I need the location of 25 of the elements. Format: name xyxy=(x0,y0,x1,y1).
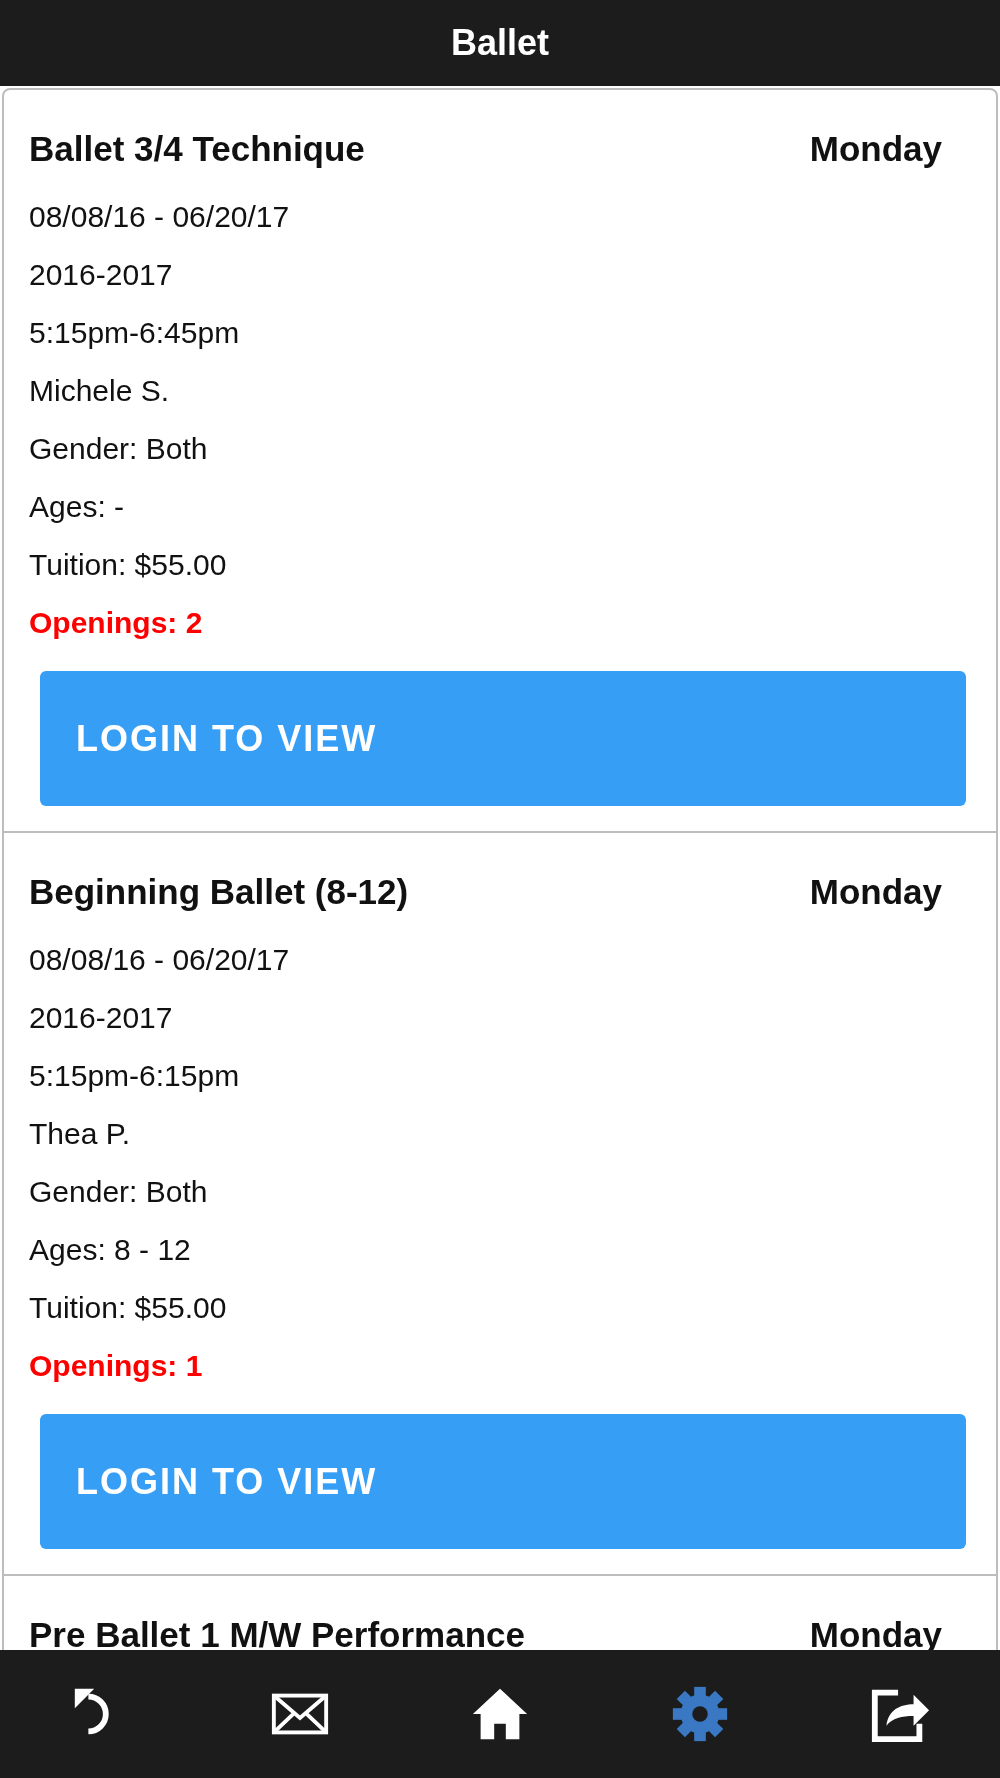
class-detail: 2016-2017 xyxy=(29,1000,173,1036)
login-button[interactable]: LOGIN TO VIEW xyxy=(40,671,966,806)
class-detail: Gender: Both xyxy=(29,1174,208,1210)
login-button[interactable]: LOGIN TO VIEW xyxy=(40,1414,966,1549)
class-day: Monday xyxy=(809,1610,942,1660)
class-detail: Michele S. xyxy=(29,373,170,409)
class-detail: Ages: - xyxy=(29,489,125,525)
page-title: Ballet xyxy=(450,22,549,64)
class-detail: 2016-2017 xyxy=(29,257,173,293)
class-detail: 08/08/16 - 06/20/17 xyxy=(29,199,290,235)
class-detail: Tuition: $55.00 xyxy=(29,1290,227,1326)
class-detail: 5:15pm-6:15pm xyxy=(29,1058,240,1094)
class-detail: Thea P. xyxy=(29,1116,131,1152)
class-name: Beginning Ballet (8-12) xyxy=(29,871,409,913)
class-detail: Tuition: $55.00 xyxy=(29,547,227,583)
openings-text: Openings: 2 xyxy=(29,605,203,641)
class-name: Pre Ballet 1 M/W Performance xyxy=(29,1614,525,1656)
class-day: Monday xyxy=(809,124,942,174)
class-detail: Gender: Both xyxy=(29,431,208,467)
class-detail: 5:15pm-6:45pm xyxy=(29,315,240,351)
openings-text: Openings: 1 xyxy=(29,1348,203,1384)
class-name: Ballet 3/4 Technique xyxy=(29,128,365,170)
class-detail: 08/08/16 - 06/20/17 xyxy=(29,942,290,978)
class-detail: Ages: 8 - 12 xyxy=(29,1232,191,1268)
class-day: Monday xyxy=(809,867,942,917)
